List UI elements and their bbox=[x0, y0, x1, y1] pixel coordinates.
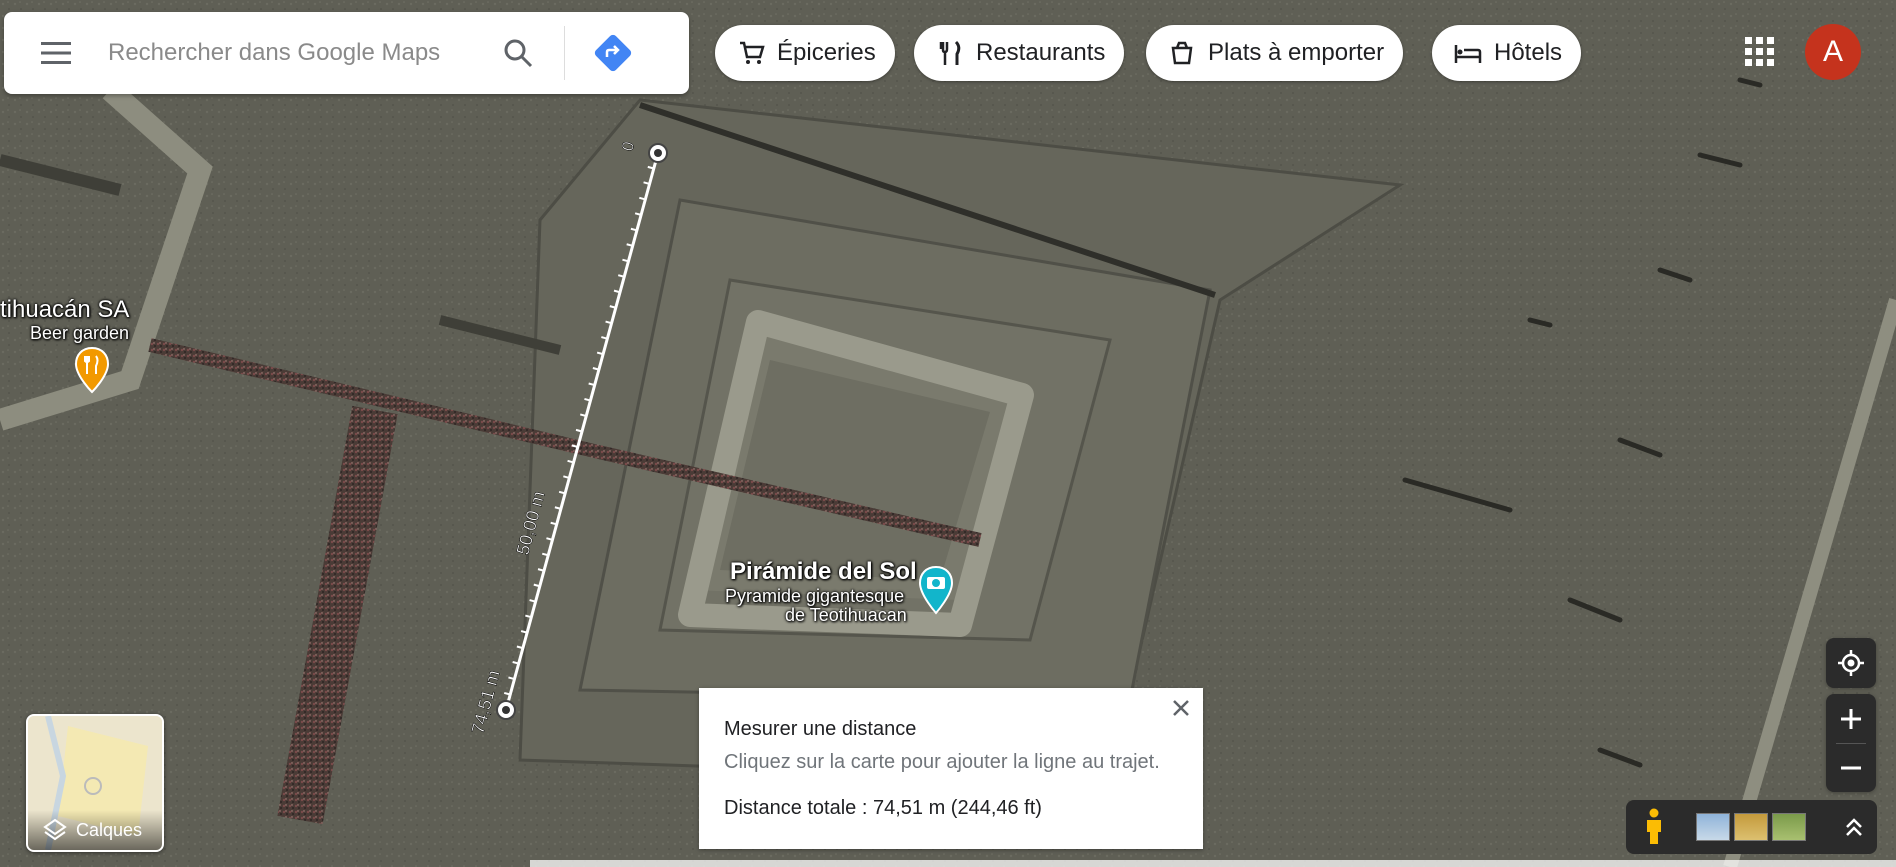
layers-icon bbox=[43, 818, 67, 841]
chip-hotels-label: Hôtels bbox=[1494, 39, 1563, 66]
my-location-icon bbox=[1838, 650, 1864, 676]
ruler-start-label: 0 bbox=[619, 140, 638, 153]
chip-restaurants-label: Restaurants bbox=[976, 39, 1106, 66]
chip-hotels[interactable]: Hôtels bbox=[1432, 25, 1582, 81]
ruler-end-label: 74,51 m bbox=[468, 668, 504, 736]
zoom-controls bbox=[1826, 694, 1876, 792]
search-input[interactable] bbox=[106, 38, 490, 68]
pegman-icon[interactable] bbox=[1640, 807, 1668, 847]
place-name-beer-garden[interactable]: tihuacán SA bbox=[0, 296, 129, 324]
expand-up-icon[interactable] bbox=[1842, 812, 1866, 842]
search-divider bbox=[564, 26, 565, 80]
place-desc-line2: de Teotihuacan bbox=[785, 605, 907, 625]
avatar[interactable]: A bbox=[1805, 24, 1861, 80]
imagery-thumb-water[interactable] bbox=[1696, 813, 1730, 841]
restaurant-pin-icon[interactable] bbox=[74, 346, 110, 399]
imagery-thumb-vegetation[interactable] bbox=[1772, 813, 1806, 841]
search-box bbox=[4, 12, 689, 94]
menu-icon[interactable] bbox=[34, 31, 78, 75]
camera-pin-icon[interactable] bbox=[918, 565, 954, 620]
fork-knife-icon bbox=[934, 37, 966, 69]
search-icon[interactable] bbox=[496, 31, 540, 75]
chip-restaurants[interactable]: Restaurants bbox=[914, 25, 1125, 81]
layers-button[interactable]: Calques bbox=[26, 714, 164, 852]
chip-groceries[interactable]: Épiceries bbox=[715, 25, 895, 81]
my-location-button[interactable] bbox=[1826, 638, 1876, 688]
chip-takeout-label: Plats à emporter bbox=[1208, 39, 1385, 66]
chip-takeout[interactable]: Plats à emporter bbox=[1146, 25, 1404, 81]
bed-icon bbox=[1452, 37, 1484, 69]
measure-hint: Cliquez sur la carte pour ajouter la lig… bbox=[724, 751, 1160, 773]
measure-total-distance: Distance totale : 74,51 m (244,46 ft) bbox=[724, 797, 1042, 819]
directions-icon[interactable] bbox=[591, 31, 635, 75]
plus-icon bbox=[1841, 708, 1861, 729]
place-desc-line1: Pyramide gigantesque bbox=[725, 586, 905, 606]
minus-icon bbox=[1841, 766, 1861, 769]
layers-label: Calques bbox=[76, 819, 143, 840]
imagery-bar bbox=[1626, 800, 1877, 854]
measure-title: Mesurer une distance bbox=[724, 718, 917, 740]
apps-grid-icon[interactable] bbox=[1736, 28, 1784, 76]
place-name-piramide[interactable]: Pirámide del Sol bbox=[730, 558, 917, 586]
place-category-beer-garden: Beer garden bbox=[30, 323, 130, 343]
imagery-thumb-terrain[interactable] bbox=[1734, 813, 1768, 841]
cart-icon bbox=[735, 37, 767, 69]
ruler-mid-label: 50,00 m bbox=[513, 489, 549, 557]
measure-distance-panel: Mesurer une distance Cliquez sur la cart… bbox=[699, 688, 1203, 849]
chip-groceries-label: Épiceries bbox=[777, 39, 876, 66]
zoom-in-button[interactable] bbox=[1826, 694, 1876, 743]
close-icon[interactable] bbox=[1167, 694, 1195, 722]
takeout-icon bbox=[1166, 37, 1198, 69]
attribution-bar bbox=[530, 860, 1896, 867]
zoom-out-button[interactable] bbox=[1826, 743, 1876, 792]
